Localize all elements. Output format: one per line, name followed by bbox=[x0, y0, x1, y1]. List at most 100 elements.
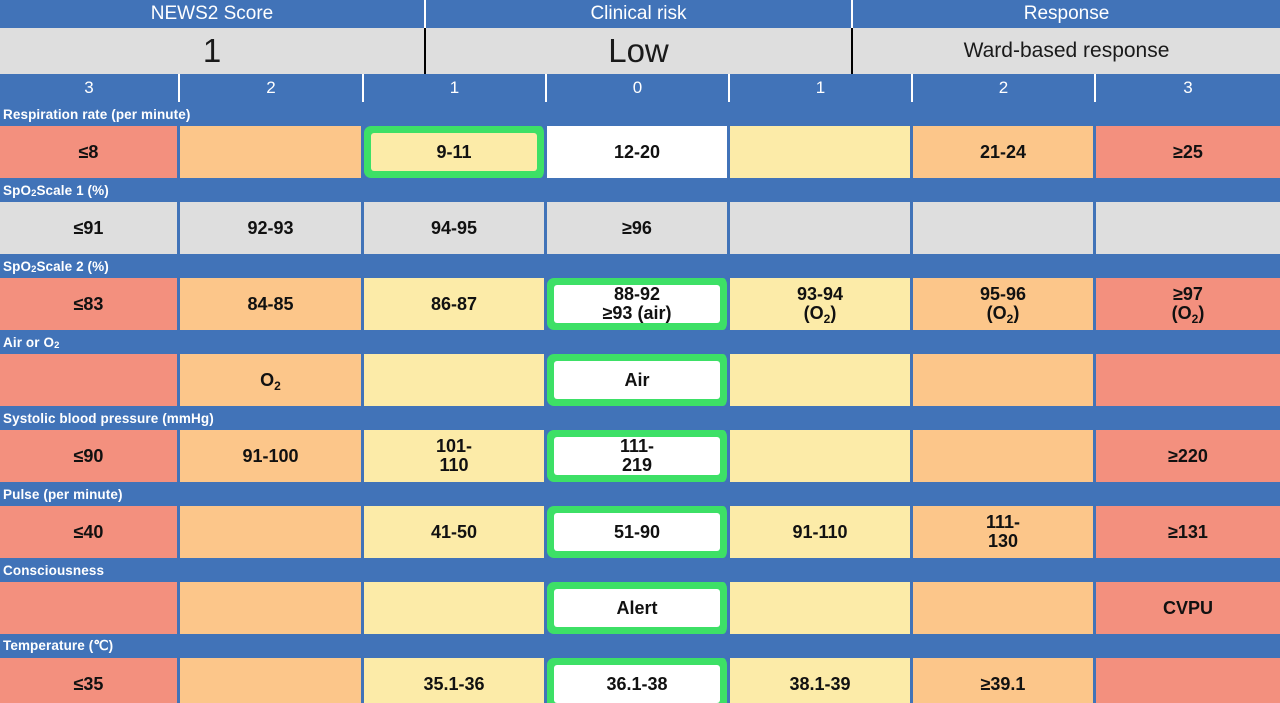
cell-value: CVPU bbox=[1162, 597, 1213, 618]
cell-value: ≥39.1 bbox=[980, 673, 1026, 694]
header-title-clinical-risk: Clinical risk bbox=[426, 0, 853, 28]
parameter-label-pulse-per-minute: Pulse (per minute) bbox=[0, 482, 1280, 506]
cell-value: ≤35 bbox=[73, 673, 104, 694]
cell-value: 86-87 bbox=[430, 293, 478, 314]
cell-air-or-o2-score-3[interactable]: Air bbox=[547, 354, 730, 406]
cell-systolic-blood-pressure-mmhg-score-0[interactable]: ≤90 bbox=[0, 430, 180, 482]
cell-systolic-blood-pressure-mmhg-score-2[interactable]: 101- 110 bbox=[364, 430, 547, 482]
cell-spo2-scale-1-score-6[interactable] bbox=[1096, 202, 1280, 254]
header-value-row: 1 Low Ward-based response bbox=[0, 28, 1280, 74]
cell-pulse-per-minute-score-4[interactable]: 91-110 bbox=[730, 506, 913, 558]
cell-value: 93-94 (O2) bbox=[796, 284, 844, 326]
cell-value: ≤91 bbox=[73, 217, 104, 238]
cell-pulse-per-minute-score-6[interactable]: ≥131 bbox=[1096, 506, 1280, 558]
cell-spo2-scale-2-score-0[interactable]: ≤83 bbox=[0, 278, 180, 330]
cell-value: 38.1-39 bbox=[789, 673, 851, 694]
cell-value: 91-110 bbox=[792, 521, 848, 542]
cell-consciousness-score-4[interactable] bbox=[730, 582, 913, 634]
cell-systolic-blood-pressure-mmhg-score-6[interactable]: ≥220 bbox=[1096, 430, 1280, 482]
cell-systolic-blood-pressure-mmhg-score-1[interactable]: 91-100 bbox=[180, 430, 364, 482]
cell-consciousness-score-1[interactable] bbox=[180, 582, 364, 634]
cell-value: 21-24 bbox=[979, 141, 1027, 162]
parameter-row-consciousness: Alert CVPU bbox=[0, 582, 1280, 634]
cell-temperature-score-4[interactable]: 38.1-39 bbox=[730, 658, 913, 703]
cell-value: 36.1-38 bbox=[606, 673, 668, 694]
cell-spo2-scale-2-score-4[interactable]: 93-94 (O2) bbox=[730, 278, 913, 330]
parameter-row-temperature: ≤35 35.1-36 36.1-38 38.1-39 ≥39.1 bbox=[0, 658, 1280, 703]
parameter-label-spo2-scale-2: SpO 2 Scale 2 (%) bbox=[0, 254, 1280, 278]
cell-temperature-score-2[interactable]: 35.1-36 bbox=[364, 658, 547, 703]
cell-temperature-score-5[interactable]: ≥39.1 bbox=[913, 658, 1096, 703]
cell-spo2-scale-2-score-6[interactable]: ≥97 (O2) bbox=[1096, 278, 1280, 330]
parameter-row-pulse-per-minute: ≤40 41-50 51-90 91-110 111- 130 ≥131 bbox=[0, 506, 1280, 558]
cell-value: ≥25 bbox=[1173, 141, 1203, 162]
cell-value: 111- 219 bbox=[619, 436, 655, 475]
cell-spo2-scale-1-score-2[interactable]: 94-95 bbox=[364, 202, 547, 254]
cell-respiration-rate-per-minute-score-3[interactable]: 12-20 bbox=[547, 126, 730, 178]
cell-respiration-rate-per-minute-score-6[interactable]: ≥25 bbox=[1096, 126, 1280, 178]
cell-value: ≥96 bbox=[622, 217, 652, 238]
cell-value: 94-95 bbox=[430, 217, 478, 238]
parameter-label-respiration-rate-per-minute: Respiration rate (per minute) bbox=[0, 102, 1280, 126]
cell-value: 101- 110 bbox=[435, 436, 473, 475]
cell-pulse-per-minute-score-1[interactable] bbox=[180, 506, 364, 558]
cell-air-or-o2-score-4[interactable] bbox=[730, 354, 913, 406]
cell-systolic-blood-pressure-mmhg-score-3[interactable]: 111- 219 bbox=[547, 430, 730, 482]
cell-spo2-scale-1-score-1[interactable]: 92-93 bbox=[180, 202, 364, 254]
cell-air-or-o2-score-1[interactable]: O2 bbox=[180, 354, 364, 406]
cell-value: ≤83 bbox=[73, 293, 104, 314]
cell-consciousness-score-6[interactable]: CVPU bbox=[1096, 582, 1280, 634]
cell-consciousness-score-2[interactable] bbox=[364, 582, 547, 634]
cell-air-or-o2-score-2[interactable] bbox=[364, 354, 547, 406]
cell-temperature-score-0[interactable]: ≤35 bbox=[0, 658, 180, 703]
cell-temperature-score-3[interactable]: 36.1-38 bbox=[547, 658, 730, 703]
header-value-response: Ward-based response bbox=[853, 28, 1280, 74]
cell-consciousness-score-0[interactable] bbox=[0, 582, 180, 634]
cell-value: 111- 130 bbox=[985, 512, 1021, 551]
cell-pulse-per-minute-score-3[interactable]: 51-90 bbox=[547, 506, 730, 558]
cell-spo2-scale-2-score-3[interactable]: 88-92 ≥93 (air) bbox=[547, 278, 730, 330]
cell-respiration-rate-per-minute-score-2[interactable]: 9-11 bbox=[364, 126, 547, 178]
cell-pulse-per-minute-score-2[interactable]: 41-50 bbox=[364, 506, 547, 558]
cell-systolic-blood-pressure-mmhg-score-5[interactable] bbox=[913, 430, 1096, 482]
cell-systolic-blood-pressure-mmhg-score-4[interactable] bbox=[730, 430, 913, 482]
cell-value: 12-20 bbox=[613, 141, 661, 162]
cell-pulse-per-minute-score-0[interactable]: ≤40 bbox=[0, 506, 180, 558]
header-value-clinical-risk: Low bbox=[426, 28, 853, 74]
cell-spo2-scale-1-score-4[interactable] bbox=[730, 202, 913, 254]
cell-value: ≤40 bbox=[73, 521, 104, 542]
cell-value: 9-11 bbox=[436, 141, 472, 162]
cell-pulse-per-minute-score-5[interactable]: 111- 130 bbox=[913, 506, 1096, 558]
cell-respiration-rate-per-minute-score-4[interactable] bbox=[730, 126, 913, 178]
cell-value: ≤8 bbox=[78, 141, 99, 162]
cell-consciousness-score-3[interactable]: Alert bbox=[547, 582, 730, 634]
parameter-label-consciousness: Consciousness bbox=[0, 558, 1280, 582]
cell-air-or-o2-score-0[interactable] bbox=[0, 354, 180, 406]
cell-temperature-score-6[interactable] bbox=[1096, 658, 1280, 703]
score-scale-cell-4: 1 bbox=[730, 74, 913, 102]
cell-value: 51-90 bbox=[613, 521, 661, 542]
cell-spo2-scale-2-score-2[interactable]: 86-87 bbox=[364, 278, 547, 330]
cell-spo2-scale-2-score-5[interactable]: 95-96 (O2) bbox=[913, 278, 1096, 330]
cell-temperature-score-1[interactable] bbox=[180, 658, 364, 703]
parameter-row-spo2-scale-1: ≤91 92-93 94-95 ≥96 bbox=[0, 202, 1280, 254]
score-scale-cell-2: 1 bbox=[364, 74, 547, 102]
news2-score-table: NEWS2 Score Clinical risk Response 1 Low War… bbox=[0, 0, 1280, 703]
cell-consciousness-score-5[interactable] bbox=[913, 582, 1096, 634]
cell-respiration-rate-per-minute-score-5[interactable]: 21-24 bbox=[913, 126, 1096, 178]
cell-spo2-scale-2-score-1[interactable]: 84-85 bbox=[180, 278, 364, 330]
cell-respiration-rate-per-minute-score-0[interactable]: ≤8 bbox=[0, 126, 180, 178]
header-value-news2-score: 1 bbox=[0, 28, 426, 74]
cell-value: Alert bbox=[616, 597, 658, 618]
score-scale-cell-1: 2 bbox=[180, 74, 364, 102]
cell-spo2-scale-1-score-5[interactable] bbox=[913, 202, 1096, 254]
cell-spo2-scale-1-score-3[interactable]: ≥96 bbox=[547, 202, 730, 254]
cell-air-or-o2-score-5[interactable] bbox=[913, 354, 1096, 406]
score-scale-row: 3210123 bbox=[0, 74, 1280, 102]
parameter-row-respiration-rate-per-minute: ≤8 9-11 12-20 21-24 ≥25 bbox=[0, 126, 1280, 178]
parameter-row-air-or-o2: O2 Air bbox=[0, 354, 1280, 406]
cell-spo2-scale-1-score-0[interactable]: ≤91 bbox=[0, 202, 180, 254]
cell-respiration-rate-per-minute-score-1[interactable] bbox=[180, 126, 364, 178]
cell-air-or-o2-score-6[interactable] bbox=[1096, 354, 1280, 406]
parameter-block-list: Respiration rate (per minute) ≤8 9-11 12-20… bbox=[0, 102, 1280, 703]
